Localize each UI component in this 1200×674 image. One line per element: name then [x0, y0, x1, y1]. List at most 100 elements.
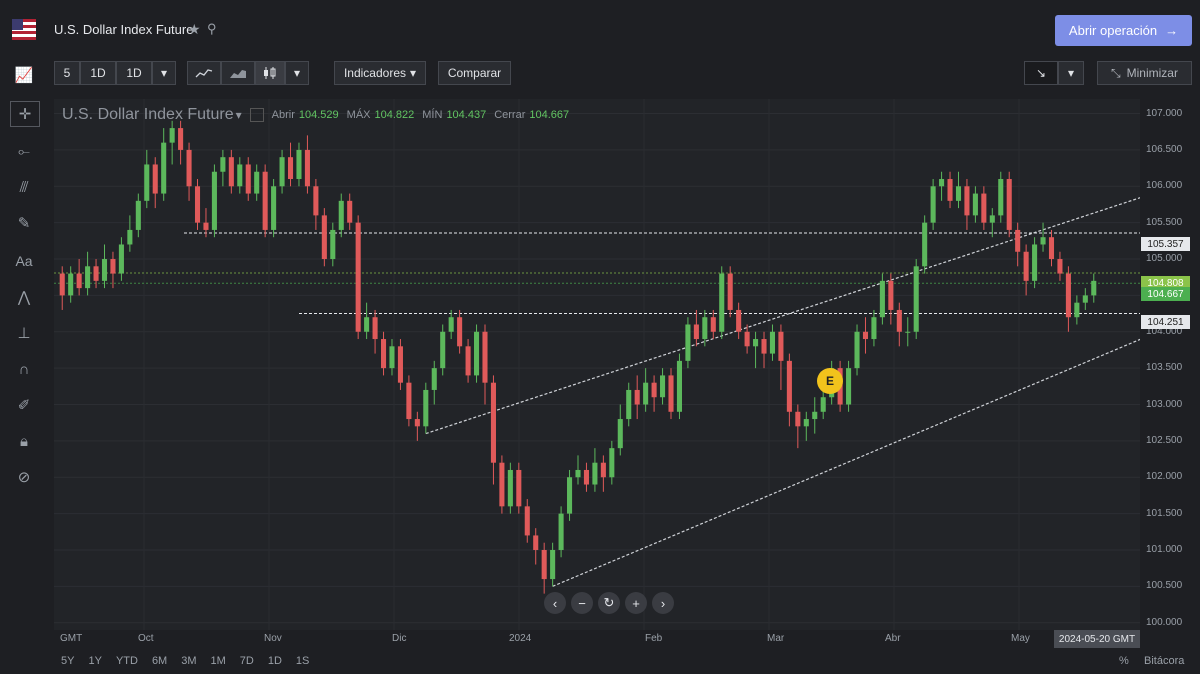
candle-body: [423, 389, 429, 427]
area-chart-button[interactable]: [221, 61, 255, 85]
candle-body: [161, 142, 167, 194]
price-chart[interactable]: [54, 99, 1200, 630]
candle-body: [76, 273, 82, 289]
drawing-tool-dropdown-button[interactable]: ▾: [1058, 61, 1084, 85]
candle-body: [1032, 244, 1038, 281]
hide-eye-icon[interactable]: ⊘: [10, 465, 38, 489]
range-1m[interactable]: 1M: [204, 652, 233, 670]
line-chart-button[interactable]: [187, 61, 221, 85]
candle-body: [803, 419, 809, 427]
interval-5-label: 5: [63, 66, 71, 80]
indicators-button[interactable]: Indicadores ▾: [334, 61, 426, 85]
candle-body: [440, 331, 446, 369]
candle-body: [702, 317, 708, 340]
candle-body: [68, 273, 74, 296]
log-scale-toggle[interactable]: Bitácora: [1144, 655, 1184, 667]
candle-body: [930, 186, 936, 223]
candle-body: [550, 549, 556, 580]
candle-body: [710, 317, 716, 332]
price-tick-label: 106.500: [1146, 143, 1183, 155]
candle-body: [981, 193, 987, 223]
candle-body: [862, 331, 869, 340]
range-1s[interactable]: 1S: [289, 652, 316, 670]
range-7d[interactable]: 7D: [233, 652, 261, 670]
legend-close-value: 104.667: [529, 109, 570, 121]
magnet-icon[interactable]: ∩: [10, 357, 38, 381]
candle-body: [169, 128, 175, 143]
interval-5-button[interactable]: 5: [54, 61, 80, 85]
minimize-button[interactable]: ⤡ Minimizar: [1097, 61, 1192, 85]
pattern-icon[interactable]: ⋀: [10, 285, 38, 309]
candle-body: [922, 222, 928, 267]
candle-body: [1082, 295, 1088, 303]
legend-settings-icon[interactable]: [249, 108, 264, 122]
fibonacci-icon[interactable]: ⫻: [10, 175, 38, 199]
search-icon[interactable]: ⚲: [207, 21, 217, 37]
candle-body: [465, 346, 471, 376]
pencil-lock-icon[interactable]: ✐: [10, 393, 38, 417]
price-tick-label: 103.000: [1146, 398, 1183, 410]
trend-line-icon[interactable]: ⟜: [10, 139, 38, 163]
candle-body: [592, 462, 598, 485]
candle-body: [330, 229, 336, 260]
candle-body: [676, 360, 682, 412]
candle-body: [888, 280, 894, 310]
lock-icon[interactable]: 🔒︎: [10, 429, 38, 453]
lower-line-price-tag: 104.251: [1141, 315, 1190, 329]
price-tick-label: 100.500: [1146, 580, 1183, 592]
range-1y[interactable]: 1Y: [81, 652, 108, 670]
scroll-left-icon[interactable]: ‹: [544, 592, 566, 614]
candle-body: [972, 193, 978, 216]
candle-body: [964, 186, 970, 216]
range-3m[interactable]: 3M: [174, 652, 203, 670]
candle-body: [474, 331, 480, 376]
candle-body: [144, 164, 150, 201]
brush-icon[interactable]: ✎: [10, 211, 38, 235]
zoom-in-icon[interactable]: +: [625, 592, 647, 614]
chart-area[interactable]: [54, 99, 1200, 630]
candle-body: [947, 179, 953, 201]
compare-button[interactable]: Comparar: [438, 61, 511, 85]
arrow-down-right-icon: ↘: [1035, 66, 1047, 80]
candle-chart-button[interactable]: [255, 61, 285, 85]
range-6m[interactable]: 6M: [145, 652, 174, 670]
candle-body: [338, 200, 344, 230]
price-axis[interactable]: 107.000106.500106.000105.500105.000104.5…: [1140, 99, 1200, 630]
candle-body: [448, 317, 454, 332]
x-label-feb: Feb: [645, 633, 663, 644]
period-dropdown-button[interactable]: ▾: [152, 61, 176, 85]
scroll-right-icon[interactable]: ›: [652, 592, 674, 614]
close-price-tag: 104.667: [1141, 287, 1190, 301]
reset-icon[interactable]: ↻: [598, 592, 620, 614]
zoom-out-icon[interactable]: −: [571, 592, 593, 614]
candle-body: [364, 317, 370, 332]
candle-body: [1040, 237, 1046, 245]
range-ytd[interactable]: YTD: [109, 652, 145, 670]
drawing-tools-sidebar: 📈 ✛ ⟜ ⫻ ✎ Aa ⋀ ⊥ ∩ ✐ 🔒︎ ⊘: [0, 67, 46, 496]
measure-icon[interactable]: ⊥: [10, 321, 38, 345]
legend-low-label: MÍN: [422, 109, 443, 121]
candle-body: [634, 389, 640, 405]
chart-type-dropdown-button[interactable]: ▾: [285, 61, 309, 85]
time-axis[interactable]: GMT Oct Nov Dic 2024 Feb Mar Abr May: [54, 630, 1140, 648]
chart-type-icon[interactable]: 📈: [10, 63, 38, 87]
earnings-event-badge[interactable]: E: [817, 368, 843, 394]
candle-body: [254, 171, 260, 194]
text-tool-icon[interactable]: Aa: [10, 249, 38, 273]
open-trade-button[interactable]: Abrir operación →: [1055, 15, 1192, 46]
candle-body: [347, 200, 353, 223]
candle-body: [812, 411, 818, 420]
drawing-tool-button[interactable]: ↘: [1024, 61, 1058, 85]
chevron-down-icon[interactable]: ▾: [236, 108, 242, 122]
candle-body: [178, 128, 184, 150]
candle-body: [1015, 229, 1021, 252]
period-1d-button[interactable]: 1D: [116, 61, 152, 85]
range-5y[interactable]: 5Y: [54, 652, 81, 670]
star-icon[interactable]: ★: [188, 21, 201, 38]
range-1d[interactable]: 1D: [261, 652, 289, 670]
crosshair-icon[interactable]: ✛: [10, 101, 40, 127]
interval-1d-button[interactable]: 1D: [80, 61, 116, 85]
candle-body: [583, 469, 589, 485]
percent-toggle[interactable]: %: [1119, 655, 1129, 667]
candle-body: [524, 506, 530, 536]
